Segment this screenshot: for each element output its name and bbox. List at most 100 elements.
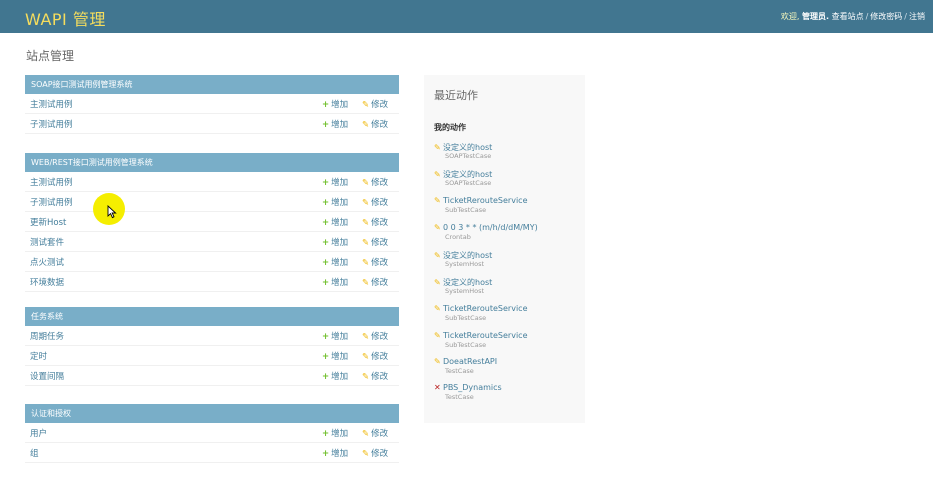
model-link[interactable]: 更新Host	[30, 216, 66, 228]
action-content-type: SOAPTestCase	[445, 152, 492, 160]
module-row: 设置间隔 + 增加 ✎ 修改	[25, 366, 399, 386]
pencil-icon: ✎	[362, 258, 370, 268]
action-item: ✎ TicketRerouteService SubTestCase	[434, 304, 528, 322]
action-content-type: SOAPTestCase	[445, 179, 492, 187]
change-link[interactable]: ✎ 修改	[362, 427, 388, 439]
module-caption[interactable]: WEB/REST接口测试用例管理系统	[25, 153, 399, 172]
add-link[interactable]: + 增加	[322, 427, 348, 439]
pencil-icon: ✎	[434, 278, 441, 287]
add-link[interactable]: + 增加	[322, 276, 348, 288]
model-link[interactable]: 测试套件	[30, 236, 64, 248]
module-soap: SOAP接口测试用例管理系统 主测试用例 + 增加 ✎ 修改 子测试用例 + 增加 ✎…	[25, 75, 399, 134]
add-link[interactable]: + 增加	[322, 176, 348, 188]
pencil-icon: ✎	[362, 238, 370, 248]
add-link[interactable]: + 增加	[322, 236, 348, 248]
module-row: 用户 + 增加 ✎ 修改	[25, 423, 399, 443]
module-webrest: WEB/REST接口测试用例管理系统 主测试用例 + 增加 ✎ 修改 子测试用例 +…	[25, 153, 399, 292]
add-link[interactable]: + 增加	[322, 118, 348, 130]
module-caption[interactable]: 任务系统	[25, 307, 399, 326]
action-object-link[interactable]: 没定义的host	[443, 251, 492, 260]
user-tools: 欢迎, 管理员. 查看站点 / 修改密码 / 注销	[781, 11, 925, 22]
change-link[interactable]: ✎ 修改	[362, 236, 388, 248]
model-link[interactable]: 环境数据	[30, 276, 64, 288]
module-row: 主测试用例 + 增加 ✎ 修改	[25, 94, 399, 114]
change-link[interactable]: ✎ 修改	[362, 276, 388, 288]
model-link[interactable]: 主测试用例	[30, 98, 73, 110]
pencil-icon: ✎	[362, 100, 370, 110]
add-link[interactable]: + 增加	[322, 447, 348, 459]
action-object-link[interactable]: 0 0 3 * * (m/h/d/dM/MY)	[443, 223, 538, 232]
add-link[interactable]: + 增加	[322, 330, 348, 342]
model-link[interactable]: 点火测试	[30, 256, 64, 268]
change-link[interactable]: ✎ 修改	[362, 118, 388, 130]
separator: /	[904, 12, 907, 21]
model-link[interactable]: 子测试用例	[30, 196, 73, 208]
action-object-link[interactable]: 没定义的host	[443, 143, 492, 152]
add-link[interactable]: + 增加	[322, 98, 348, 110]
model-link[interactable]: 用户	[30, 427, 47, 439]
action-object-link[interactable]: PBS_Dynamics	[443, 383, 502, 392]
action-item: ✎ TicketRerouteService SubTestCase	[434, 196, 528, 214]
action-object-link[interactable]: DoeatRestAPI	[443, 357, 497, 366]
pencil-icon: ✎	[362, 352, 370, 362]
plus-icon: +	[322, 258, 330, 268]
change-password-link[interactable]: 修改密码	[870, 12, 902, 21]
change-link[interactable]: ✎ 修改	[362, 176, 388, 188]
mouse-pointer-icon	[107, 205, 117, 219]
pencil-icon: ✎	[434, 196, 441, 205]
change-link[interactable]: ✎ 修改	[362, 330, 388, 342]
plus-icon: +	[322, 120, 330, 130]
model-link[interactable]: 定时	[30, 350, 47, 362]
action-content-type: TestCase	[445, 367, 474, 375]
model-link[interactable]: 设置间隔	[30, 370, 64, 382]
pencil-icon: ✎	[362, 372, 370, 382]
plus-icon: +	[322, 198, 330, 208]
change-link[interactable]: ✎ 修改	[362, 256, 388, 268]
plus-icon: +	[322, 178, 330, 188]
change-link[interactable]: ✎ 修改	[362, 447, 388, 459]
action-content-type: SubTestCase	[445, 314, 487, 322]
plus-icon: +	[322, 100, 330, 110]
pencil-icon: ✎	[434, 357, 441, 366]
model-link[interactable]: 周期任务	[30, 330, 64, 342]
separator: /	[865, 12, 869, 21]
model-link[interactable]: 主测试用例	[30, 176, 73, 188]
change-link[interactable]: ✎ 修改	[362, 350, 388, 362]
action-object-link[interactable]: 没定义的host	[443, 278, 492, 287]
logout-link[interactable]: 注销	[909, 12, 925, 21]
module-caption[interactable]: SOAP接口测试用例管理系统	[25, 75, 399, 94]
model-link[interactable]: 组	[30, 447, 39, 459]
module-caption[interactable]: 认证和授权	[25, 404, 399, 423]
action-object-link[interactable]: 没定义的host	[443, 170, 492, 179]
change-link[interactable]: ✎ 修改	[362, 216, 388, 228]
module-row: 子测试用例 + 增加 ✎ 修改	[25, 192, 399, 212]
action-content-type: SubTestCase	[445, 341, 487, 349]
pencil-icon: ✎	[362, 178, 370, 188]
plus-icon: +	[322, 238, 330, 248]
add-link[interactable]: + 增加	[322, 216, 348, 228]
pencil-icon: ✎	[434, 251, 441, 260]
pencil-icon: ✎	[362, 449, 370, 459]
action-content-type: TestCase	[445, 393, 474, 401]
add-link[interactable]: + 增加	[322, 196, 348, 208]
pencil-icon: ✎	[362, 278, 370, 288]
action-object-link[interactable]: TicketRerouteService	[443, 331, 528, 340]
model-link[interactable]: 子测试用例	[30, 118, 73, 130]
site-brand[interactable]: WAPI 管理	[25, 6, 106, 30]
change-link[interactable]: ✎ 修改	[362, 196, 388, 208]
module-row: 子测试用例 + 增加 ✎ 修改	[25, 114, 399, 134]
change-link[interactable]: ✎ 修改	[362, 98, 388, 110]
change-link[interactable]: ✎ 修改	[362, 370, 388, 382]
action-object-link[interactable]: TicketRerouteService	[443, 304, 528, 313]
header-bar: WAPI 管理 欢迎, 管理员. 查看站点 / 修改密码 / 注销	[0, 0, 933, 33]
pencil-icon: ✎	[434, 143, 441, 152]
module-row: 定时 + 增加 ✎ 修改	[25, 346, 399, 366]
add-link[interactable]: + 增加	[322, 370, 348, 382]
view-site-link[interactable]: 查看站点	[832, 12, 864, 21]
add-link[interactable]: + 增加	[322, 256, 348, 268]
username: 管理员.	[802, 12, 830, 21]
action-object-link[interactable]: TicketRerouteService	[443, 196, 528, 205]
plus-icon: +	[322, 332, 330, 342]
add-link[interactable]: + 增加	[322, 350, 348, 362]
plus-icon: +	[322, 372, 330, 382]
